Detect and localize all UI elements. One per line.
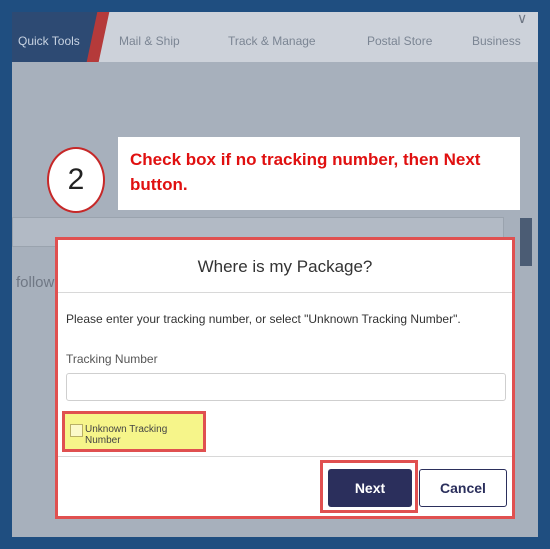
top-navigation: Quick Tools Mail & Ship Track & Manage P… (12, 12, 538, 62)
unknown-tracking-label[interactable]: Unknown Tracking Number (85, 424, 203, 446)
nav-item-mail-ship[interactable]: Mail & Ship (119, 34, 180, 48)
chevron-icon[interactable]: ∨ (517, 12, 527, 27)
nav-item-business[interactable]: Business (472, 34, 521, 48)
nav-item-track-manage[interactable]: Track & Manage (228, 34, 316, 48)
where-is-my-package-dialog: Where is my Package? Please enter your t… (58, 240, 512, 516)
nav-item-postal-store[interactable]: Postal Store (367, 34, 432, 48)
dialog-title: Where is my Package? (197, 257, 373, 276)
dialog-description: Please enter your tracking number, or se… (66, 312, 461, 326)
instruction-callout: Check box if no tracking number, then Ne… (118, 137, 520, 210)
unknown-tracking-checkbox[interactable] (70, 424, 83, 437)
tracking-number-input[interactable] (66, 373, 506, 401)
background-text: followi (16, 274, 58, 291)
cancel-button[interactable]: Cancel (419, 469, 507, 507)
nav-item-label: Quick Tools (18, 34, 80, 48)
scrollbar-thumb[interactable] (520, 218, 532, 266)
instruction-text: Check box if no tracking number, then Ne… (130, 150, 481, 194)
unknown-tracking-highlight: Unknown Tracking Number (62, 411, 206, 452)
next-button[interactable]: Next (328, 469, 412, 507)
step-number-badge: 2 (47, 147, 105, 213)
nav-item-quick-tools[interactable]: Quick Tools (12, 12, 98, 62)
dialog-divider (58, 292, 512, 293)
dialog-footer-divider (58, 456, 512, 457)
step-number: 2 (67, 163, 85, 196)
tracking-number-label: Tracking Number (66, 352, 158, 366)
